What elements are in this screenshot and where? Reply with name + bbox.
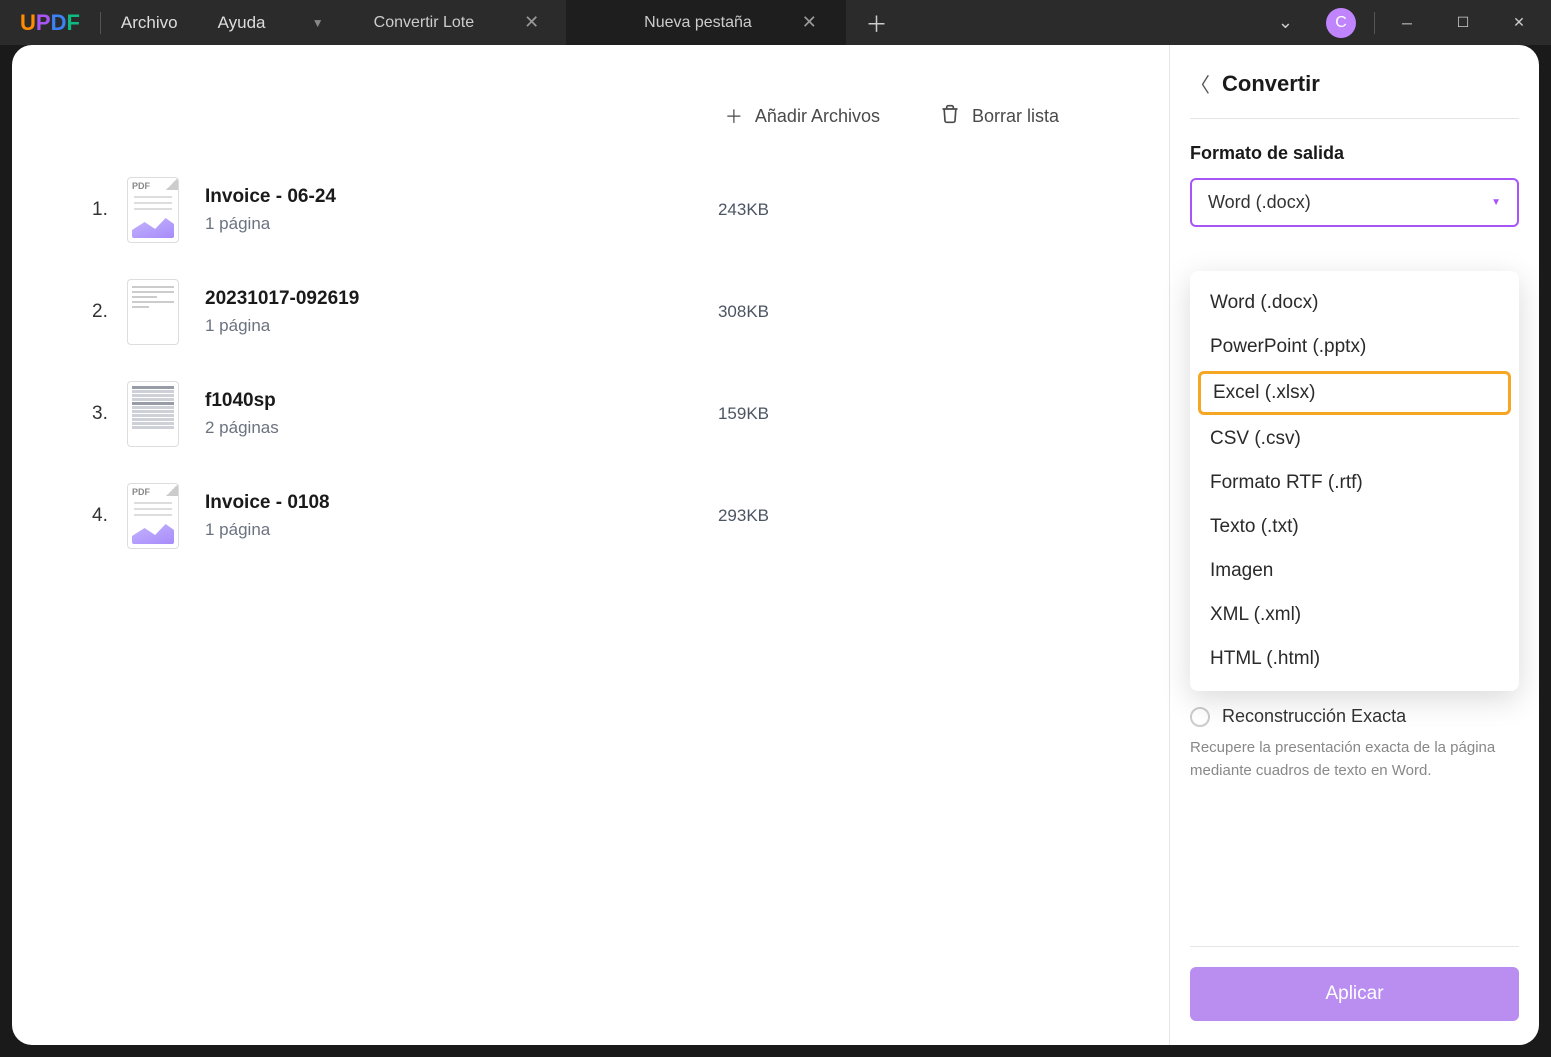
- dropdown-item[interactable]: Formato RTF (.rtf): [1190, 461, 1519, 505]
- tab-label: Convertir Lote: [374, 14, 475, 32]
- dropdown-item[interactable]: Word (.docx): [1190, 281, 1519, 325]
- file-pages: 1 página: [205, 520, 718, 540]
- tabs: ▼ Convertir Lote ✕ Nueva pestaña ✕ ＋: [286, 0, 1263, 45]
- file-size: 308KB: [718, 302, 1089, 322]
- file-row[interactable]: 2. 20231017-092619 1 página308KB: [92, 261, 1089, 363]
- dropdown-item[interactable]: Imagen: [1190, 549, 1519, 593]
- logo: UPDF: [0, 10, 100, 36]
- file-row[interactable]: 1.PDF Invoice - 06-24 1 página243KB: [92, 159, 1089, 261]
- trash-icon: [940, 104, 960, 129]
- radio-icon: [1190, 707, 1210, 727]
- file-name: 20231017-092619: [205, 288, 718, 310]
- tab-dropdown-icon[interactable]: ▼: [312, 16, 324, 30]
- logo-d: D: [51, 10, 67, 35]
- dropdown-item[interactable]: Excel (.xlsx): [1198, 371, 1511, 415]
- side-panel: 〈 Convertir Formato de salida Word (.doc…: [1169, 45, 1539, 1045]
- file-pages: 1 página: [205, 316, 718, 336]
- radio-exact[interactable]: Reconstrucción Exacta: [1190, 706, 1519, 727]
- logo-u: U: [20, 10, 36, 35]
- file-number: 2.: [92, 301, 127, 323]
- file-pages: 2 páginas: [205, 418, 718, 438]
- file-row[interactable]: 4.PDF Invoice - 0108 1 página293KB: [92, 465, 1089, 567]
- close-icon[interactable]: ✕: [524, 12, 539, 33]
- file-size: 159KB: [718, 404, 1089, 424]
- dropdown-item[interactable]: XML (.xml): [1190, 593, 1519, 637]
- file-name: Invoice - 0108: [205, 492, 718, 514]
- file-number: 3.: [92, 403, 127, 425]
- file-card: ＋ Añadir Archivos Borrar lista 1.PDFInvo…: [62, 75, 1119, 587]
- file-row[interactable]: 3. f1040sp 2 páginas159KB: [92, 363, 1089, 465]
- chevron-down-icon: ▼: [1491, 197, 1501, 208]
- tab-new[interactable]: Nueva pestaña ✕: [566, 0, 846, 45]
- format-select[interactable]: Word (.docx) ▼: [1190, 178, 1519, 227]
- file-size: 243KB: [718, 200, 1089, 220]
- dropdown-item[interactable]: PowerPoint (.pptx): [1190, 325, 1519, 369]
- tab-convert-batch[interactable]: ▼ Convertir Lote ✕: [286, 0, 566, 45]
- file-number: 4.: [92, 505, 127, 527]
- apply-button[interactable]: Aplicar: [1190, 967, 1519, 1021]
- file-thumbnail: [127, 381, 179, 447]
- file-actions: ＋ Añadir Archivos Borrar lista: [92, 95, 1089, 159]
- radio-exact-label: Reconstrucción Exacta: [1222, 706, 1406, 727]
- titlebar: UPDF Archivo Ayuda ▼ Convertir Lote ✕ Nu…: [0, 0, 1551, 45]
- chevron-down-icon[interactable]: ⌄: [1263, 12, 1308, 33]
- close-icon[interactable]: ✕: [802, 12, 817, 33]
- menu-help[interactable]: Ayuda: [198, 13, 286, 33]
- panel-title: Convertir: [1222, 71, 1320, 97]
- window-controls: ⌄ C ─ ☐ ✕: [1263, 0, 1551, 45]
- menu-file[interactable]: Archivo: [101, 13, 198, 33]
- back-icon[interactable]: 〈: [1190, 69, 1210, 98]
- dropdown-item[interactable]: HTML (.html): [1190, 637, 1519, 681]
- file-info: 20231017-092619 1 página: [205, 288, 718, 336]
- close-button[interactable]: ✕: [1495, 0, 1543, 45]
- dropdown-item[interactable]: CSV (.csv): [1190, 417, 1519, 461]
- file-name: Invoice - 06-24: [205, 186, 718, 208]
- add-files-button[interactable]: ＋ Añadir Archivos: [725, 103, 880, 129]
- panel-header: 〈 Convertir: [1190, 69, 1519, 119]
- clear-list-label: Borrar lista: [972, 106, 1059, 127]
- file-name: f1040sp: [205, 390, 718, 412]
- file-info: Invoice - 06-24 1 página: [205, 186, 718, 234]
- plus-icon: ＋: [725, 103, 743, 129]
- logo-p: P: [36, 10, 51, 35]
- apply-bar: Aplicar: [1190, 946, 1519, 1021]
- dropdown-item[interactable]: Texto (.txt): [1190, 505, 1519, 549]
- file-thumbnail: PDF: [127, 177, 179, 243]
- format-dropdown: Word (.docx)PowerPoint (.pptx)Excel (.xl…: [1190, 271, 1519, 691]
- add-tab-button[interactable]: ＋: [846, 7, 908, 39]
- file-size: 293KB: [718, 506, 1089, 526]
- file-pages: 1 página: [205, 214, 718, 234]
- avatar[interactable]: C: [1326, 8, 1356, 38]
- file-thumbnail: PDF: [127, 483, 179, 549]
- tab-label: Nueva pestaña: [644, 14, 752, 32]
- option-desc-2: Recupere la presentación exacta de la pá…: [1190, 737, 1519, 782]
- format-selected: Word (.docx): [1208, 192, 1311, 213]
- file-info: Invoice - 0108 1 página: [205, 492, 718, 540]
- file-number: 1.: [92, 199, 127, 221]
- add-files-label: Añadir Archivos: [755, 106, 880, 127]
- clear-list-button[interactable]: Borrar lista: [940, 103, 1059, 129]
- logo-f: F: [66, 10, 79, 35]
- file-thumbnail: [127, 279, 179, 345]
- main-panel: ＋ Añadir Archivos Borrar lista 1.PDFInvo…: [12, 45, 1169, 1045]
- format-label: Formato de salida: [1190, 143, 1519, 164]
- file-info: f1040sp 2 páginas: [205, 390, 718, 438]
- app-body: ＋ Añadir Archivos Borrar lista 1.PDFInvo…: [12, 45, 1539, 1045]
- minimize-button[interactable]: ─: [1383, 0, 1431, 45]
- maximize-button[interactable]: ☐: [1439, 0, 1487, 45]
- divider: [1374, 12, 1375, 34]
